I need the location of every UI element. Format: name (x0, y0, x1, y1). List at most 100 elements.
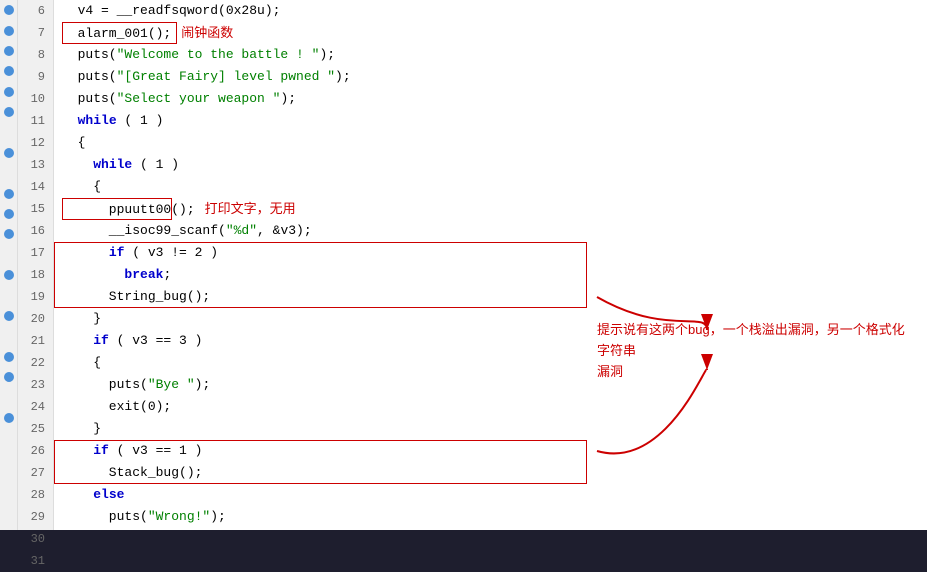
code-line: while ( 1 ) (62, 154, 579, 176)
dot-cell (0, 204, 17, 224)
dot-cell (0, 306, 17, 326)
line-number: 16 (26, 220, 45, 242)
inline-annotation: 打印文字，无用 (205, 201, 296, 216)
dot-cell (0, 20, 17, 40)
line-numbers: 6789101112131415161718192021222324252627… (18, 0, 54, 530)
breakpoint-dot[interactable] (4, 209, 14, 219)
line-number: 26 (26, 440, 45, 462)
dot-cell (0, 163, 17, 183)
inline-annotation: 闹钟函数 (181, 25, 233, 40)
dot-cell (0, 367, 17, 387)
line-number: 31 (26, 550, 45, 572)
breakpoint-dot[interactable] (4, 372, 14, 382)
line-number: 20 (26, 308, 45, 330)
dot-cell (0, 428, 17, 448)
arrows-svg (587, 0, 927, 530)
code-line: exit(0); (62, 396, 579, 418)
line-number: 28 (26, 484, 45, 506)
breakpoint-dot[interactable] (4, 148, 14, 158)
code-line: else (62, 484, 579, 506)
dot-cell (0, 489, 17, 509)
breakpoint-dot[interactable] (4, 189, 14, 199)
line-number: 11 (26, 110, 45, 132)
dot-cell (0, 102, 17, 122)
code-line: } (62, 418, 579, 440)
line-number: 12 (26, 132, 45, 154)
code-line: Stack_bug(); (62, 462, 579, 484)
breakpoint-dot[interactable] (4, 26, 14, 36)
line-number: 29 (26, 506, 45, 528)
breakpoint-dot[interactable] (4, 352, 14, 362)
code-line: puts("Welcome to the battle ! "); (62, 44, 579, 66)
code-line: puts("Wrong!"); (62, 506, 579, 528)
code-line: break; (62, 264, 579, 286)
breakpoint-column (0, 0, 18, 530)
code-line: if ( v3 != 2 ) (62, 242, 579, 264)
dot-cell (0, 61, 17, 81)
line-number: 14 (26, 176, 45, 198)
code-line: String_bug(); (62, 286, 579, 308)
line-number: 25 (26, 418, 45, 440)
dot-cell (0, 326, 17, 346)
line-number: 6 (26, 0, 45, 22)
code-editor: 6789101112131415161718192021222324252627… (0, 0, 927, 530)
breakpoint-dot[interactable] (4, 46, 14, 56)
breakpoint-dot[interactable] (4, 66, 14, 76)
code-line: __isoc99_scanf("%d", &v3); (62, 220, 579, 242)
dot-cell (0, 82, 17, 102)
dot-cell (0, 469, 17, 489)
code-line: puts("[Great Fairy] level pwned "); (62, 66, 579, 88)
code-line: v4 = __readfsqword(0x28u); (62, 0, 579, 22)
dot-cell (0, 265, 17, 285)
line-number: 23 (26, 374, 45, 396)
line-number: 10 (26, 88, 45, 110)
right-annotation-text: 提示说有这两个bug，一个栈溢出漏洞，另一个格式化字符串漏洞 (597, 320, 907, 382)
code-line: { (62, 132, 579, 154)
breakpoint-dot[interactable] (4, 87, 14, 97)
dot-cell (0, 143, 17, 163)
code-line: } (62, 308, 579, 330)
line-number: 17 (26, 242, 45, 264)
code-line: if ( v3 == 1 ) (62, 440, 579, 462)
dot-cell (0, 449, 17, 469)
line-number: 24 (26, 396, 45, 418)
code-line: ppuutt00();打印文字，无用 (62, 198, 579, 220)
annotation-panel: 提示说有这两个bug，一个栈溢出漏洞，另一个格式化字符串漏洞 (587, 0, 927, 530)
code-line: if ( v3 == 3 ) (62, 330, 579, 352)
line-number: 21 (26, 330, 45, 352)
breakpoint-dot[interactable] (4, 5, 14, 15)
dot-cell (0, 41, 17, 61)
line-number: 13 (26, 154, 45, 176)
line-number: 9 (26, 66, 45, 88)
dot-cell (0, 387, 17, 407)
line-number: 15 (26, 198, 45, 220)
dot-cell (0, 347, 17, 367)
code-line: puts("Select your weapon "); (62, 88, 579, 110)
code-line: while ( 1 ) (62, 110, 579, 132)
line-number: 30 (26, 528, 45, 550)
breakpoint-dot[interactable] (4, 311, 14, 321)
dot-cell (0, 224, 17, 244)
dot-cell (0, 0, 17, 20)
dot-cell (0, 184, 17, 204)
code-line: puts("Bye "); (62, 374, 579, 396)
line-number: 19 (26, 286, 45, 308)
dot-cell (0, 510, 17, 530)
line-number: 8 (26, 44, 45, 66)
line-number: 22 (26, 352, 45, 374)
breakpoint-dot[interactable] (4, 413, 14, 423)
breakpoint-dot[interactable] (4, 229, 14, 239)
dot-cell (0, 245, 17, 265)
code-line: alarm_001();闹钟函数 (62, 22, 579, 44)
dot-cell (0, 285, 17, 305)
breakpoint-dot[interactable] (4, 270, 14, 280)
line-number: 27 (26, 462, 45, 484)
dot-cell (0, 122, 17, 142)
line-number: 18 (26, 264, 45, 286)
breakpoint-dot[interactable] (4, 107, 14, 117)
line-number: 7 (26, 22, 45, 44)
code-content: v4 = __readfsqword(0x28u); alarm_001();闹… (54, 0, 587, 530)
code-line: { (62, 176, 579, 198)
code-line: { (62, 352, 579, 374)
dot-cell (0, 408, 17, 428)
